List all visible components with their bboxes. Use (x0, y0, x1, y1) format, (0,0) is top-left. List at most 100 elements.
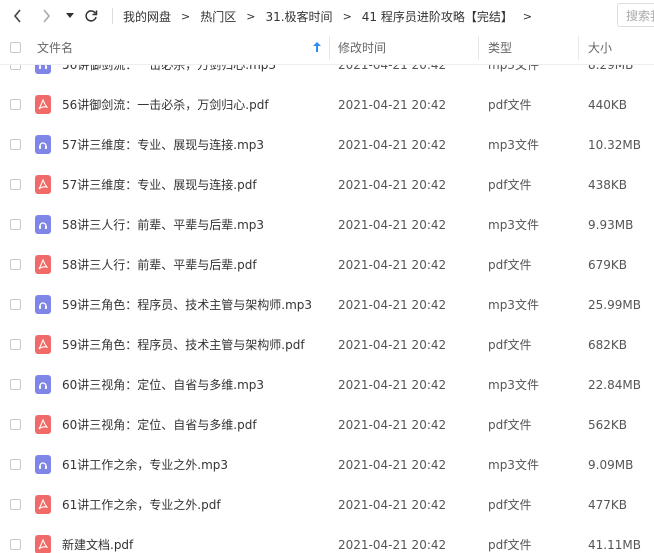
row-checkbox[interactable] (10, 459, 21, 470)
select-all-checkbox[interactable] (10, 42, 21, 53)
table-row[interactable]: 新建文档.pdf 2021-04-21 20:42 pdf文件 41.11MB (0, 525, 654, 553)
table-row[interactable]: 57讲三维度：专业、展现与连接.pdf 2021-04-21 20:42 pdf文件… (0, 165, 654, 205)
table-row[interactable]: 57讲三维度：专业、展现与连接.mp3 2021-04-21 20:42 mp3文件… (0, 125, 654, 165)
file-name[interactable]: 58讲三人行：前辈、平辈与后辈.pdf (62, 245, 257, 285)
history-dropdown-button[interactable] (63, 6, 77, 26)
pdf-file-icon (38, 339, 48, 350)
search-input[interactable]: 搜索我 (617, 3, 654, 27)
table-row[interactable]: 60讲三视角：定位、自省与多维.mp3 2021-04-21 20:42 mp3文件… (0, 365, 654, 405)
table-row[interactable]: 61讲工作之余，专业之外.pdf 2021-04-21 20:42 pdf文件 477… (0, 485, 654, 525)
row-checkbox[interactable] (10, 339, 21, 350)
column-divider[interactable] (329, 36, 330, 60)
breadcrumb-item[interactable]: 热门区 (200, 8, 236, 25)
file-modified-time: 2021-04-21 20:42 (338, 378, 447, 392)
pdf-file-icon (35, 415, 51, 434)
file-size: 562KB (588, 418, 628, 432)
file-name[interactable]: 60讲三视角：定位、自省与多维.pdf (62, 405, 257, 445)
file-name[interactable]: 57讲三维度：专业、展现与连接.mp3 (62, 125, 264, 165)
file-type: pdf文件 (488, 498, 532, 512)
table-row[interactable]: 58讲三人行：前辈、平辈与后辈.mp3 2021-04-21 20:42 mp3文件… (0, 205, 654, 245)
breadcrumb-item[interactable]: 41 程序员进阶攻略【完结】 (362, 8, 513, 25)
audio-file-icon (39, 461, 47, 469)
pdf-file-icon (38, 179, 48, 190)
row-checkbox[interactable] (10, 379, 21, 390)
file-name[interactable]: 61讲工作之余，专业之外.pdf (62, 485, 221, 525)
mp3-file-icon (35, 375, 51, 394)
row-checkbox[interactable] (10, 65, 21, 70)
toolbar: 我的网盘 > 热门区 > 31.极客时间 > 41 程序员进阶攻略【完结】 > … (0, 0, 654, 32)
table-row[interactable]: 56讲御剑流：一击必杀，万剑归心.pdf 2021-04-21 20:42 pdf文… (0, 85, 654, 125)
row-checkbox[interactable] (10, 259, 21, 270)
breadcrumb-item[interactable]: 我的网盘 (123, 8, 171, 25)
row-checkbox[interactable] (10, 99, 21, 110)
mp3-file-icon (35, 295, 51, 314)
audio-file-icon (39, 65, 47, 69)
file-name[interactable]: 59讲三角色：程序员、技术主管与架构师.pdf (62, 325, 305, 365)
file-type: pdf文件 (488, 338, 532, 352)
row-checkbox[interactable] (10, 299, 21, 310)
row-checkbox[interactable] (10, 139, 21, 150)
row-checkbox[interactable] (10, 179, 21, 190)
pdf-file-icon (38, 99, 48, 110)
mp3-file-icon (35, 65, 51, 74)
breadcrumb-item[interactable]: 31.极客时间 (265, 8, 332, 25)
forward-button[interactable] (36, 6, 56, 26)
audio-file-icon (39, 141, 47, 149)
file-name[interactable]: 59讲三角色：程序员、技术主管与架构师.mp3 (62, 285, 312, 325)
file-name[interactable]: 新建文档.pdf (62, 525, 133, 553)
table-row[interactable]: 56讲御剑流：一击必杀，万剑归心.mp3 2021-04-21 20:42 mp3文… (0, 65, 654, 85)
file-name[interactable]: 56讲御剑流：一击必杀，万剑归心.pdf (62, 85, 269, 125)
pdf-file-icon (35, 495, 51, 514)
file-size: 9.09MB (588, 458, 634, 472)
file-type: pdf文件 (488, 258, 532, 272)
file-type: mp3文件 (488, 218, 539, 232)
file-name[interactable]: 60讲三视角：定位、自省与多维.mp3 (62, 365, 264, 405)
mp3-file-icon (35, 215, 51, 234)
column-header-modified[interactable]: 修改时间 (338, 32, 386, 64)
file-type: mp3文件 (488, 138, 539, 152)
column-header-name[interactable]: 文件名 (37, 32, 73, 64)
refresh-button[interactable] (82, 6, 100, 26)
row-checkbox[interactable] (10, 499, 21, 510)
breadcrumb-separator: > (522, 9, 533, 23)
file-modified-time: 2021-04-21 20:42 (338, 298, 447, 312)
file-type: mp3文件 (488, 458, 539, 472)
breadcrumb: 我的网盘 > 热门区 > 31.极客时间 > 41 程序员进阶攻略【完结】 > (112, 0, 542, 32)
column-header-size[interactable]: 大小 (588, 32, 612, 64)
table-row[interactable]: 61讲工作之余，专业之外.mp3 2021-04-21 20:42 mp3文件 9.0… (0, 445, 654, 485)
pdf-file-icon (38, 259, 48, 270)
file-modified-time: 2021-04-21 20:42 (338, 65, 447, 72)
file-size: 477KB (588, 498, 628, 512)
breadcrumb-separator: > (342, 9, 352, 23)
breadcrumb-separator: > (181, 9, 191, 23)
table-row[interactable]: 58讲三人行：前辈、平辈与后辈.pdf 2021-04-21 20:42 pdf文件… (0, 245, 654, 285)
file-name[interactable]: 58讲三人行：前辈、平辈与后辈.mp3 (62, 205, 264, 245)
column-header-type[interactable]: 类型 (488, 32, 512, 64)
table-row[interactable]: 59讲三角色：程序员、技术主管与架构师.mp3 2021-04-21 20:42 m… (0, 285, 654, 325)
row-checkbox[interactable] (10, 539, 21, 550)
pdf-file-icon (35, 175, 51, 194)
mp3-file-icon (35, 135, 51, 154)
file-name[interactable]: 56讲御剑流：一击必杀，万剑归心.mp3 (62, 65, 276, 85)
table-row[interactable]: 59讲三角色：程序员、技术主管与架构师.pdf 2021-04-21 20:42 p… (0, 325, 654, 365)
file-size: 10.32MB (588, 138, 641, 152)
table-row[interactable]: 60讲三视角：定位、自省与多维.pdf 2021-04-21 20:42 pdf文件… (0, 405, 654, 445)
file-type: pdf文件 (488, 418, 532, 432)
file-size: 682KB (588, 338, 628, 352)
file-type: pdf文件 (488, 178, 532, 192)
back-button[interactable] (8, 6, 28, 26)
file-name[interactable]: 61讲工作之余，专业之外.mp3 (62, 445, 228, 485)
column-divider[interactable] (578, 36, 579, 60)
row-checkbox[interactable] (10, 419, 21, 430)
file-type: mp3文件 (488, 65, 539, 72)
file-type: mp3文件 (488, 378, 539, 392)
column-divider[interactable] (478, 36, 479, 60)
file-type: pdf文件 (488, 98, 532, 112)
sort-button[interactable] (313, 32, 321, 64)
file-size: 9.93MB (588, 218, 634, 232)
file-size: 440KB (588, 98, 628, 112)
row-checkbox[interactable] (10, 219, 21, 230)
file-name[interactable]: 57讲三维度：专业、展现与连接.pdf (62, 165, 257, 205)
file-size: 8.29MB (588, 65, 634, 72)
chevron-left-icon (13, 9, 21, 23)
